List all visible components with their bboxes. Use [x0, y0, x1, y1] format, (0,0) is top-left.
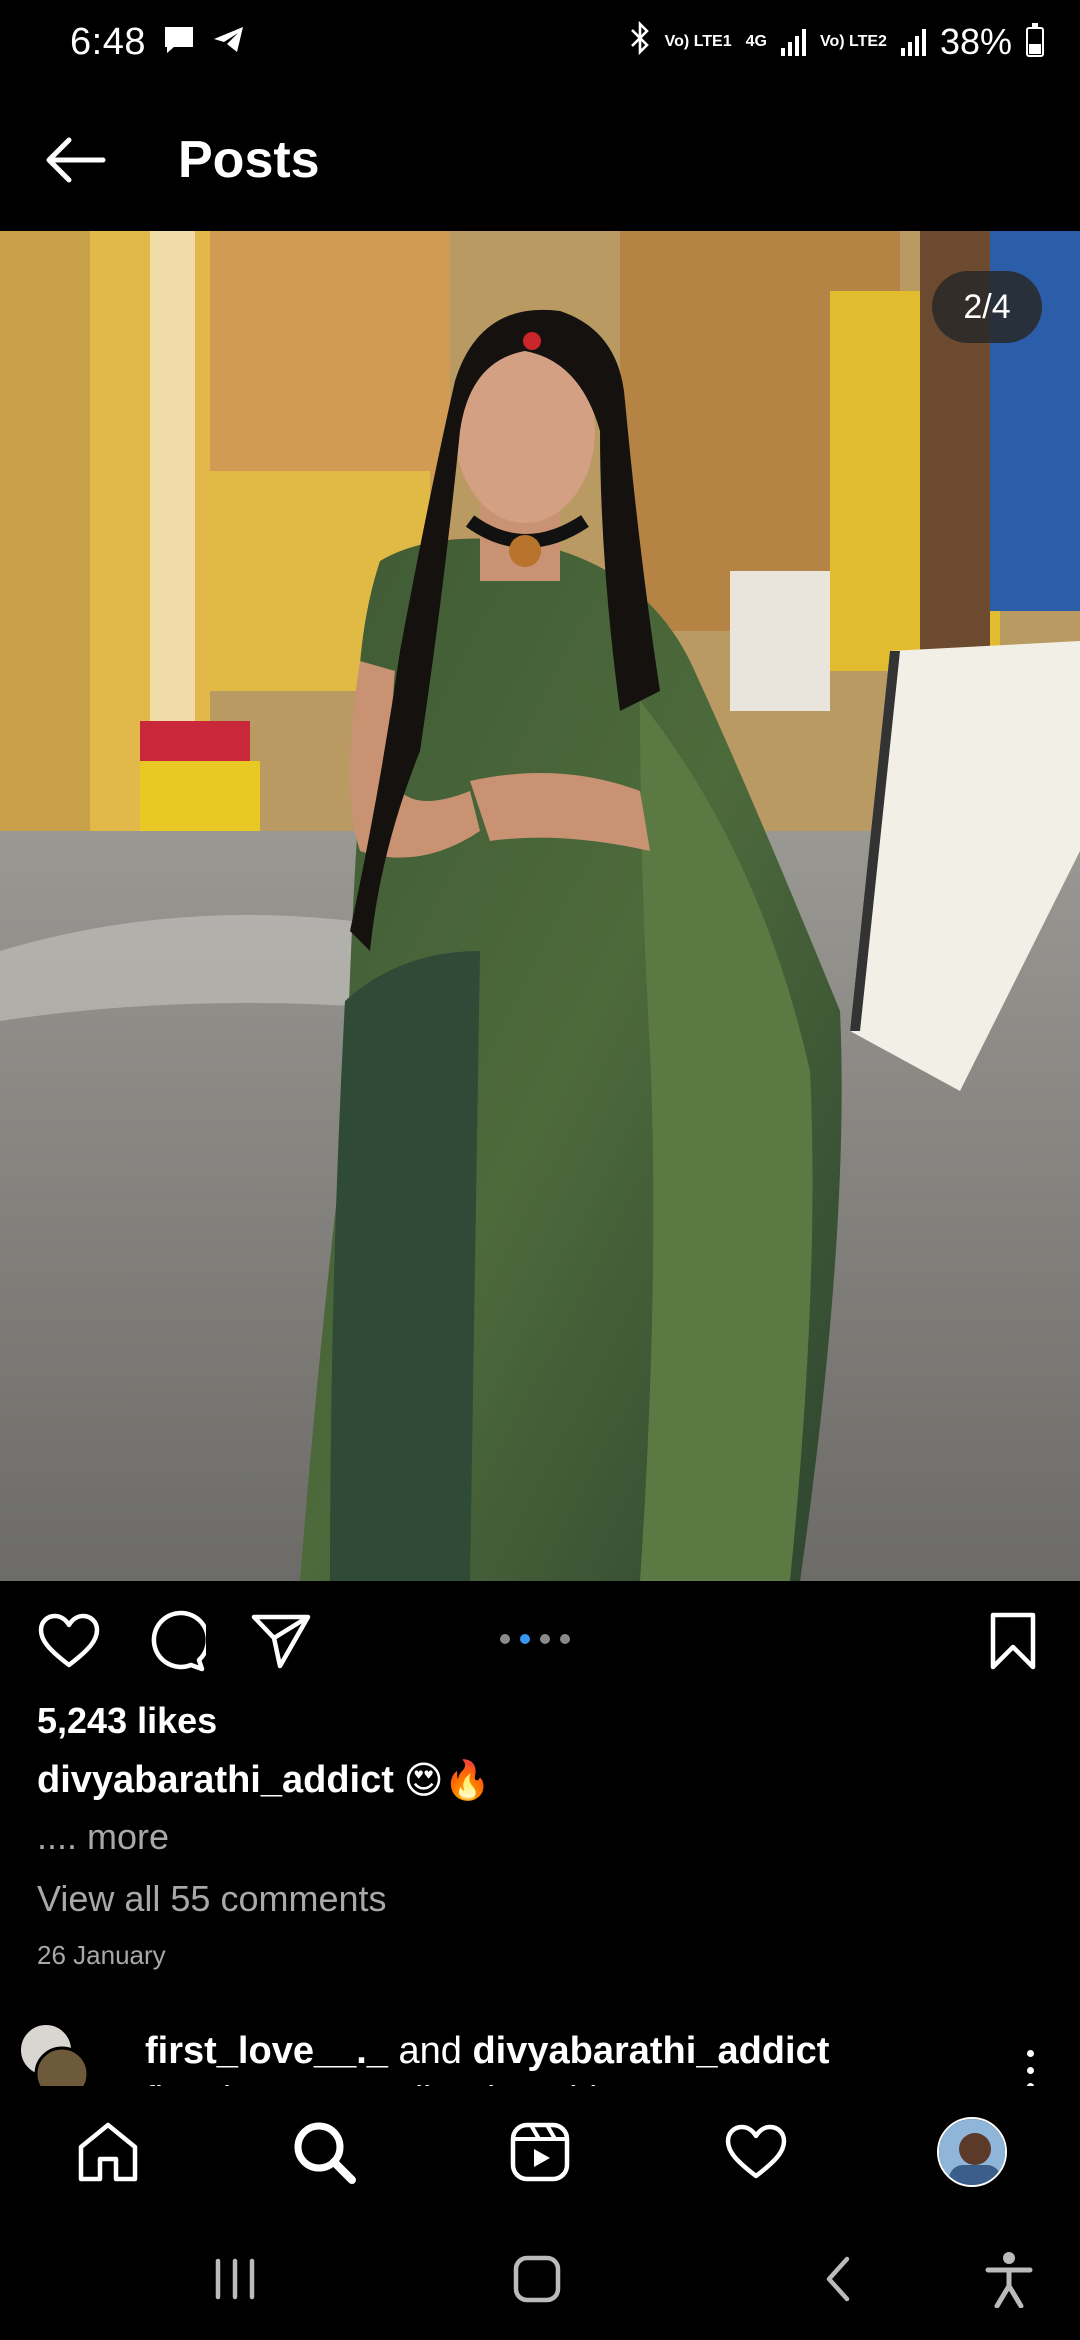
carousel-indicator	[500, 1634, 570, 1644]
nav-profile[interactable]	[934, 2114, 1010, 2190]
signal-icon	[780, 28, 806, 56]
collab-avatars[interactable]	[18, 2022, 90, 2086]
system-nav-bar	[0, 2216, 1080, 2340]
post-date: 26 January	[37, 1940, 166, 1970]
comment-icon	[151, 1610, 206, 1672]
battery-icon	[1026, 23, 1044, 57]
chevron-left-icon	[826, 2256, 850, 2302]
reels-icon	[510, 2122, 570, 2182]
nav-home[interactable]	[70, 2114, 146, 2190]
nav-search[interactable]	[286, 2114, 362, 2190]
comment-button[interactable]	[140, 1606, 210, 1676]
home-system-button[interactable]	[502, 2244, 572, 2314]
recent-apps-icon	[215, 2258, 255, 2300]
more-options-button[interactable]	[1020, 2050, 1040, 2086]
search-icon	[294, 2122, 356, 2184]
network-type: 4G	[745, 33, 767, 50]
caption-username[interactable]: divyabarathi_addict	[37, 1759, 394, 1802]
collab-joiner: and	[398, 2030, 462, 2072]
like-button[interactable]	[34, 1606, 104, 1676]
collab-subtitle: first_love__._ & divyabarathi...	[145, 2078, 627, 2086]
back-arrow-icon	[46, 137, 106, 183]
status-bar: 6:48 Vo) LTE1 4G Vo) LTE2 38%	[0, 0, 1080, 84]
accessibility-icon	[985, 2252, 1033, 2308]
heart-icon	[38, 1613, 100, 1668]
caption-emojis: 😍🔥	[403, 1760, 491, 1802]
view-comments-link[interactable]: View all 55 comments	[37, 1878, 387, 1920]
send-icon	[251, 1614, 311, 1669]
caption: divyabarathi_addict 😍🔥	[37, 1758, 491, 1803]
caption-more-link[interactable]: .... more	[37, 1816, 169, 1858]
nav-reels[interactable]	[502, 2114, 578, 2190]
bottom-nav	[0, 2086, 1080, 2216]
collab-title[interactable]: first_love__._ and divyabarathi_addict	[145, 2030, 829, 2073]
post-photo	[0, 231, 1080, 1581]
telegram-icon	[212, 25, 246, 60]
back-button[interactable]	[20, 110, 130, 210]
share-button[interactable]	[246, 1606, 316, 1676]
next-post-header: first_love__._ and divyabarathi_addict f…	[0, 2016, 1080, 2086]
sim1-label: Vo) LTE1	[664, 33, 732, 50]
bookmark-icon	[990, 1612, 1036, 1670]
signal-icon	[900, 28, 926, 56]
sim2-label: Vo) LTE2	[819, 33, 887, 50]
post-actions	[0, 1600, 1080, 1680]
save-button[interactable]	[978, 1606, 1048, 1676]
profile-avatar	[937, 2117, 1007, 2187]
likes-count[interactable]: 5,243 likes	[37, 1700, 217, 1742]
media-counter: 2/4	[932, 271, 1042, 343]
accessibility-button[interactable]	[974, 2244, 1044, 2314]
carousel-dot	[540, 1634, 550, 1644]
home-icon	[78, 2122, 138, 2182]
collab-user-1[interactable]: first_love__._	[145, 2030, 388, 2072]
top-app-bar: Posts	[0, 110, 1080, 210]
battery-percent: 38%	[939, 21, 1012, 62]
carousel-dot	[560, 1634, 570, 1644]
collab-user-2[interactable]: divyabarathi_addict	[472, 2030, 829, 2072]
home-square-icon	[513, 2255, 561, 2303]
nav-activity[interactable]	[718, 2114, 794, 2190]
status-time: 6:48	[70, 20, 146, 63]
activity-heart-icon	[725, 2124, 787, 2179]
recent-apps-button[interactable]	[200, 2244, 270, 2314]
bluetooth-icon	[629, 20, 651, 64]
back-system-button[interactable]	[804, 2244, 874, 2314]
post-image[interactable]: 2/4	[0, 231, 1080, 1581]
carousel-dot	[500, 1634, 510, 1644]
carousel-dot	[520, 1634, 530, 1644]
message-icon	[162, 25, 196, 60]
page-title: Posts	[178, 131, 320, 189]
